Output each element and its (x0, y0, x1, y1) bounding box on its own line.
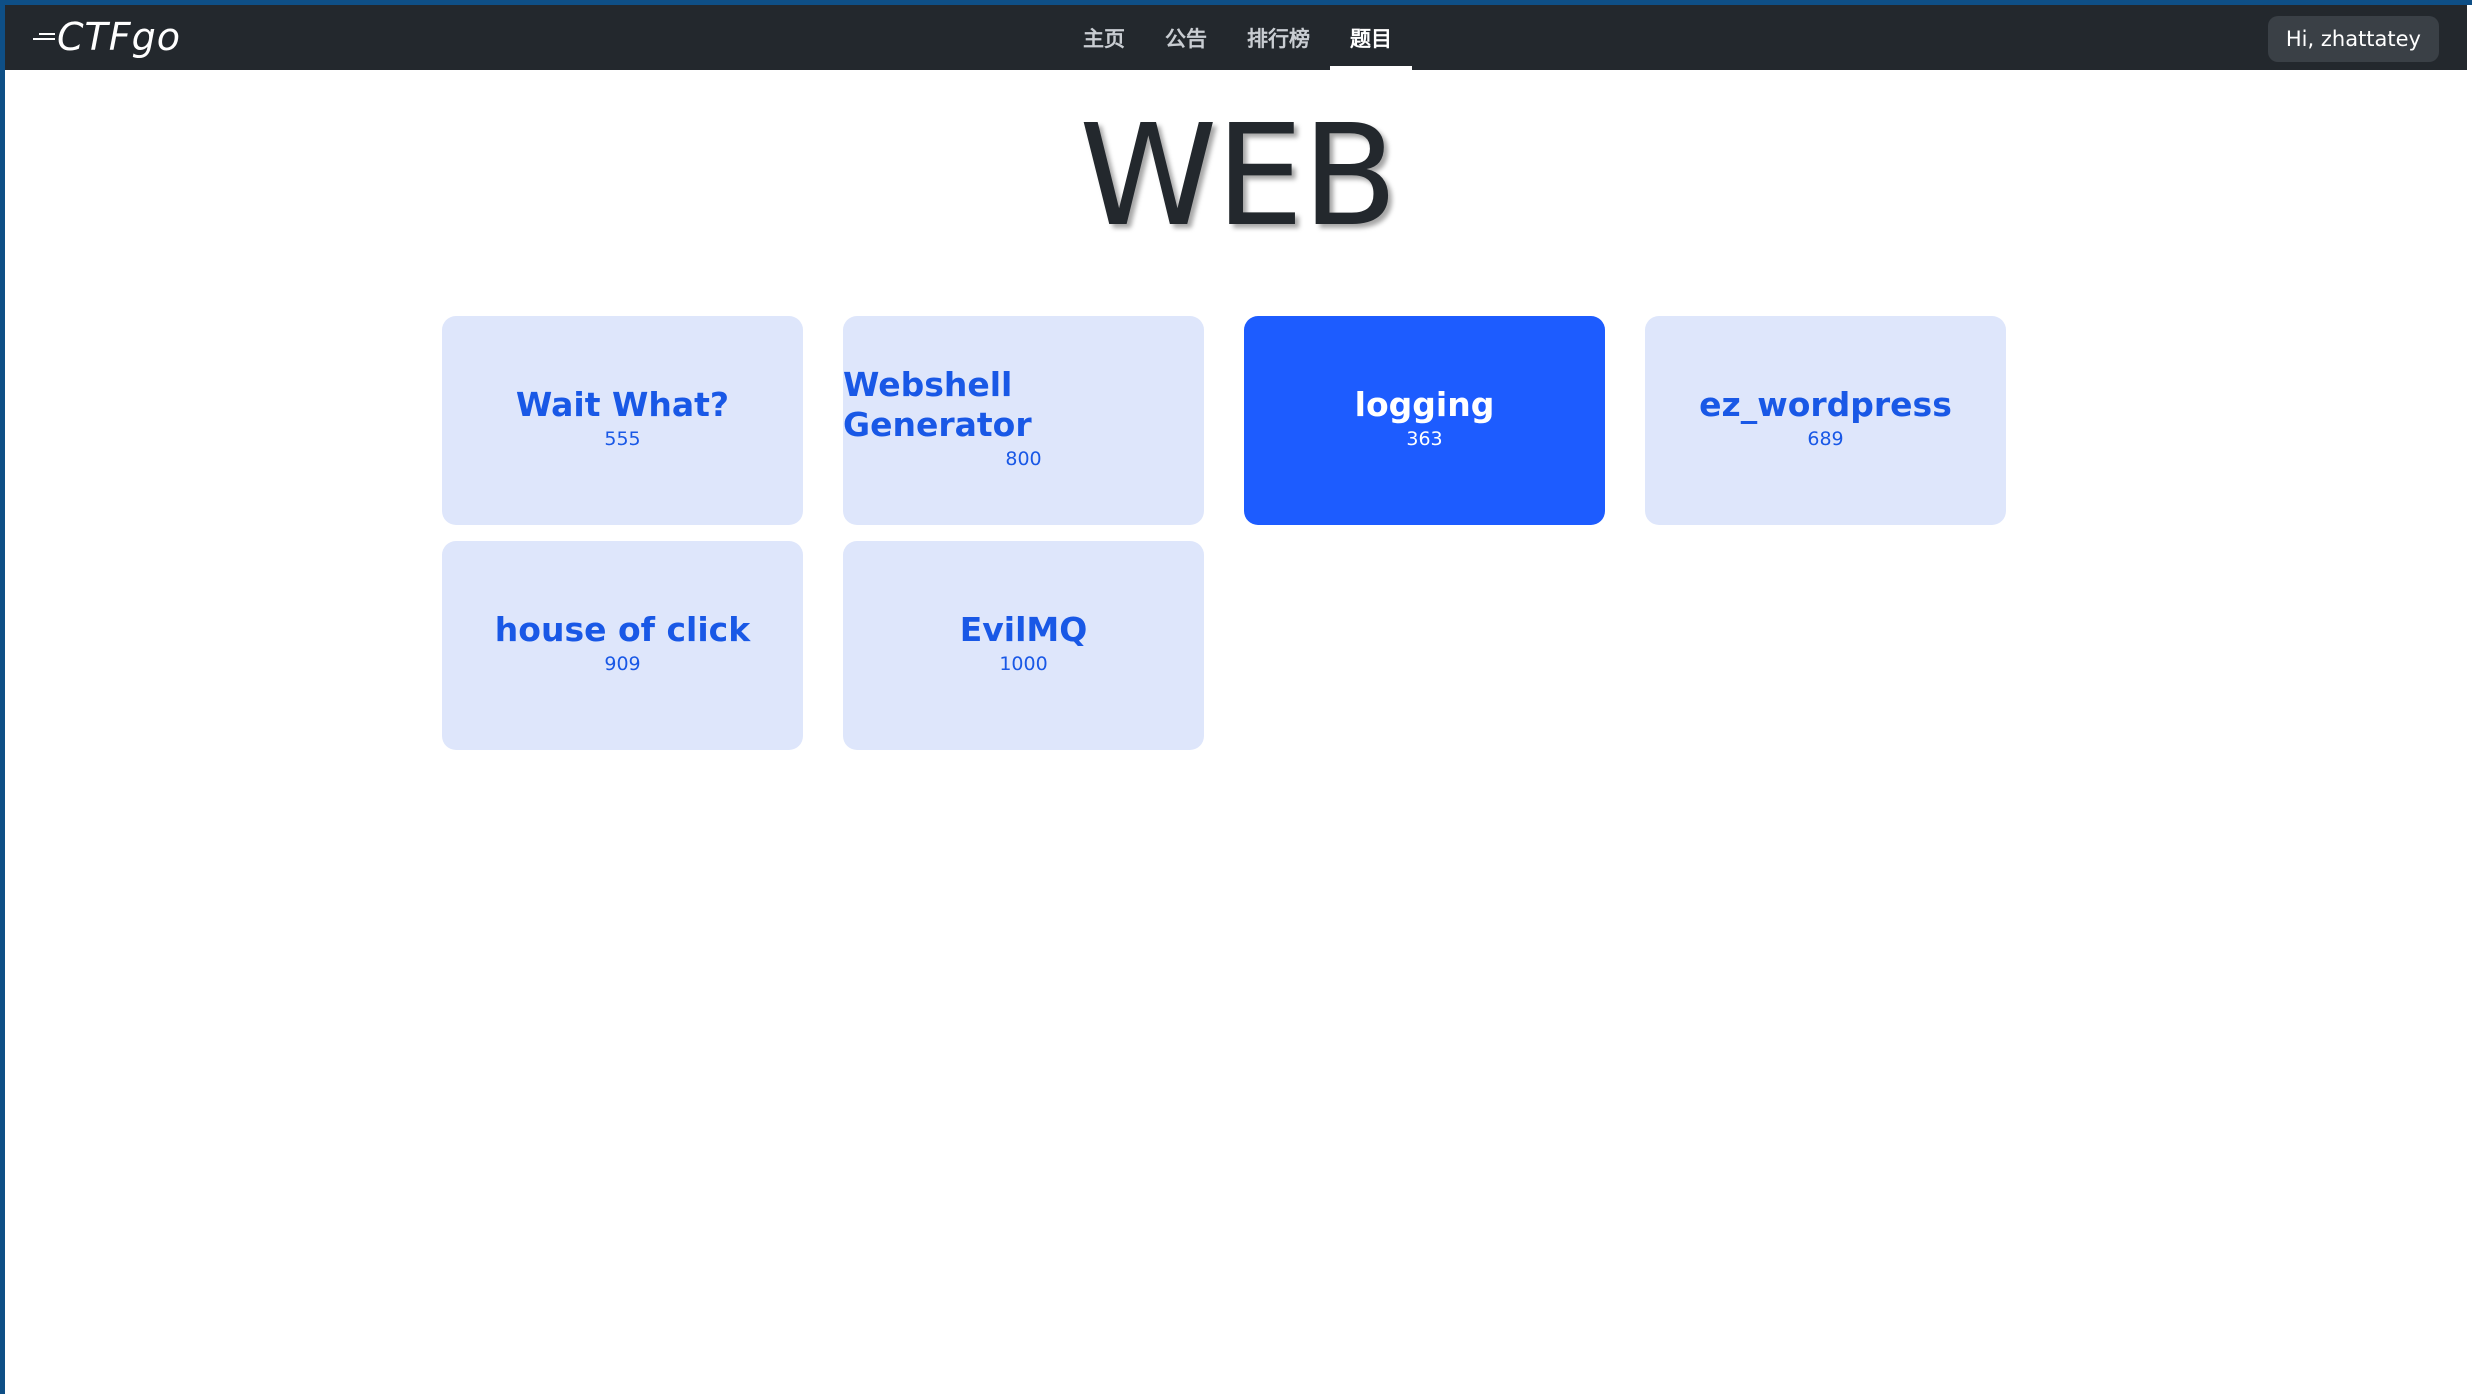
challenge-name: ez_wordpress (1699, 384, 1952, 424)
nav-links: 主页 公告 排行榜 题目 (1063, 5, 1412, 70)
challenge-card-selected[interactable]: logging 363 (1244, 316, 1605, 525)
nav-item-leaderboard[interactable]: 排行榜 (1227, 5, 1330, 70)
challenge-name: Webshell Generator (843, 364, 1032, 444)
challenge-name: house of click (494, 609, 751, 649)
challenge-grid: Wait What? 555 Webshell Generator 800 lo… (442, 316, 2006, 750)
challenge-name: Wait What? (515, 384, 730, 424)
top-navbar: CTFgo 主页 公告 排行榜 题目 Hi, zhattatey (5, 5, 2467, 70)
challenge-card[interactable]: ez_wordpress 689 (1645, 316, 2006, 525)
user-menu-button[interactable]: Hi, zhattatey (2267, 16, 2439, 62)
challenge-score: 363 (1406, 427, 1443, 450)
challenge-score: 1000 (999, 652, 1048, 675)
challenge-score: 909 (604, 652, 641, 675)
challenge-score: 555 (604, 427, 641, 450)
user-greeting: Hi, zhattatey (2285, 27, 2421, 51)
page-title: WEB (1079, 95, 1398, 258)
nav-item-label: 题目 (1350, 26, 1392, 51)
brand-logo[interactable]: CTFgo (33, 14, 181, 59)
challenge-name: EvilMQ (959, 609, 1088, 649)
nav-item-label: 主页 (1083, 26, 1125, 51)
challenge-card[interactable]: house of click 909 (442, 541, 803, 750)
speed-lines-icon (33, 32, 55, 42)
challenge-name: logging (1354, 384, 1495, 424)
brand-name: CTFgo (57, 14, 181, 59)
challenge-card[interactable]: Webshell Generator 800 (843, 316, 1204, 525)
challenge-card[interactable]: EvilMQ 1000 (843, 541, 1204, 750)
nav-item-challenges[interactable]: 题目 (1330, 5, 1412, 70)
challenge-score: 800 (1005, 447, 1042, 470)
challenge-score: 689 (1807, 427, 1844, 450)
nav-item-home[interactable]: 主页 (1063, 5, 1145, 70)
nav-item-label: 排行榜 (1247, 26, 1310, 51)
nav-item-label: 公告 (1165, 26, 1207, 51)
nav-item-announcements[interactable]: 公告 (1145, 5, 1227, 70)
challenge-card[interactable]: Wait What? 555 (442, 316, 803, 525)
